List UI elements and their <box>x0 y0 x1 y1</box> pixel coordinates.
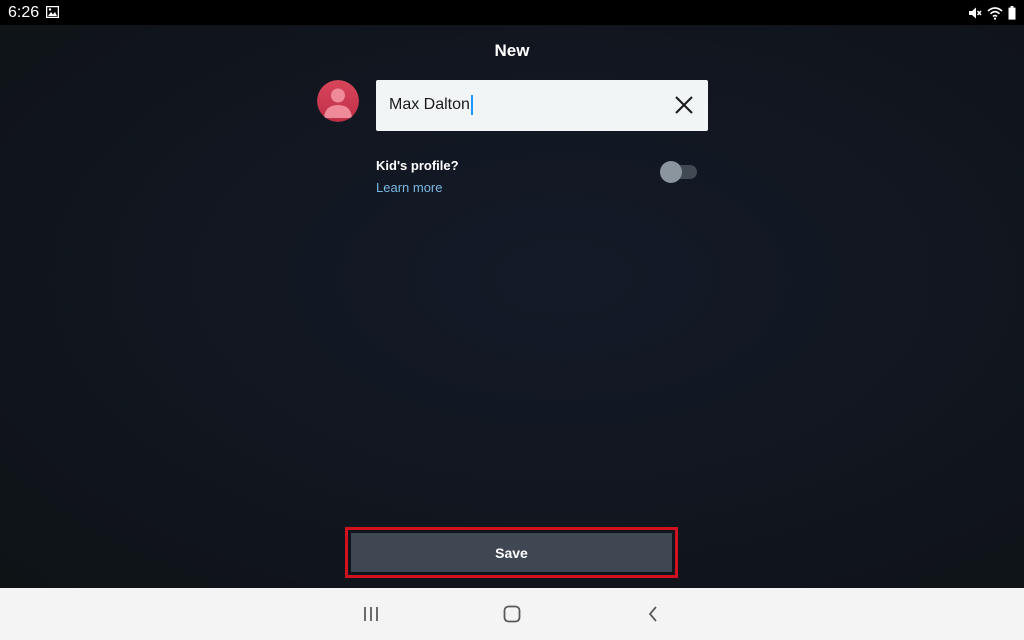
status-icons <box>968 4 1016 21</box>
learn-more-link[interactable]: Learn more <box>376 180 442 195</box>
name-input-value: Max Dalton <box>389 96 470 113</box>
toggle-thumb <box>660 161 682 183</box>
home-button[interactable] <box>500 602 524 626</box>
image-icon <box>46 6 59 18</box>
kids-profile-toggle[interactable] <box>660 161 698 183</box>
recent-apps-button[interactable] <box>359 602 383 626</box>
page-title: New <box>494 41 530 60</box>
navigation-bar <box>0 588 1024 640</box>
main-content: New Max Dalton Kid's profile? Learn more… <box>0 25 1024 588</box>
recent-apps-icon <box>364 607 378 621</box>
status-bar: 6:26 <box>0 0 1024 25</box>
kids-profile-label: Kid's profile? <box>376 158 459 173</box>
close-icon <box>675 96 693 114</box>
battery-icon <box>1008 5 1016 20</box>
avatar-icon <box>317 80 359 122</box>
home-icon <box>503 605 521 623</box>
text-cursor <box>470 95 473 115</box>
profile-avatar[interactable] <box>317 80 359 122</box>
mute-icon <box>969 7 982 18</box>
clear-button[interactable] <box>670 91 698 119</box>
status-time: 6:26 <box>8 4 40 21</box>
name-field[interactable]: Max Dalton <box>376 80 708 131</box>
wifi-icon <box>987 6 1003 20</box>
name-input[interactable]: Max Dalton <box>389 95 473 115</box>
back-icon <box>648 606 657 622</box>
back-button[interactable] <box>641 602 665 626</box>
save-button[interactable]: Save <box>351 533 672 572</box>
